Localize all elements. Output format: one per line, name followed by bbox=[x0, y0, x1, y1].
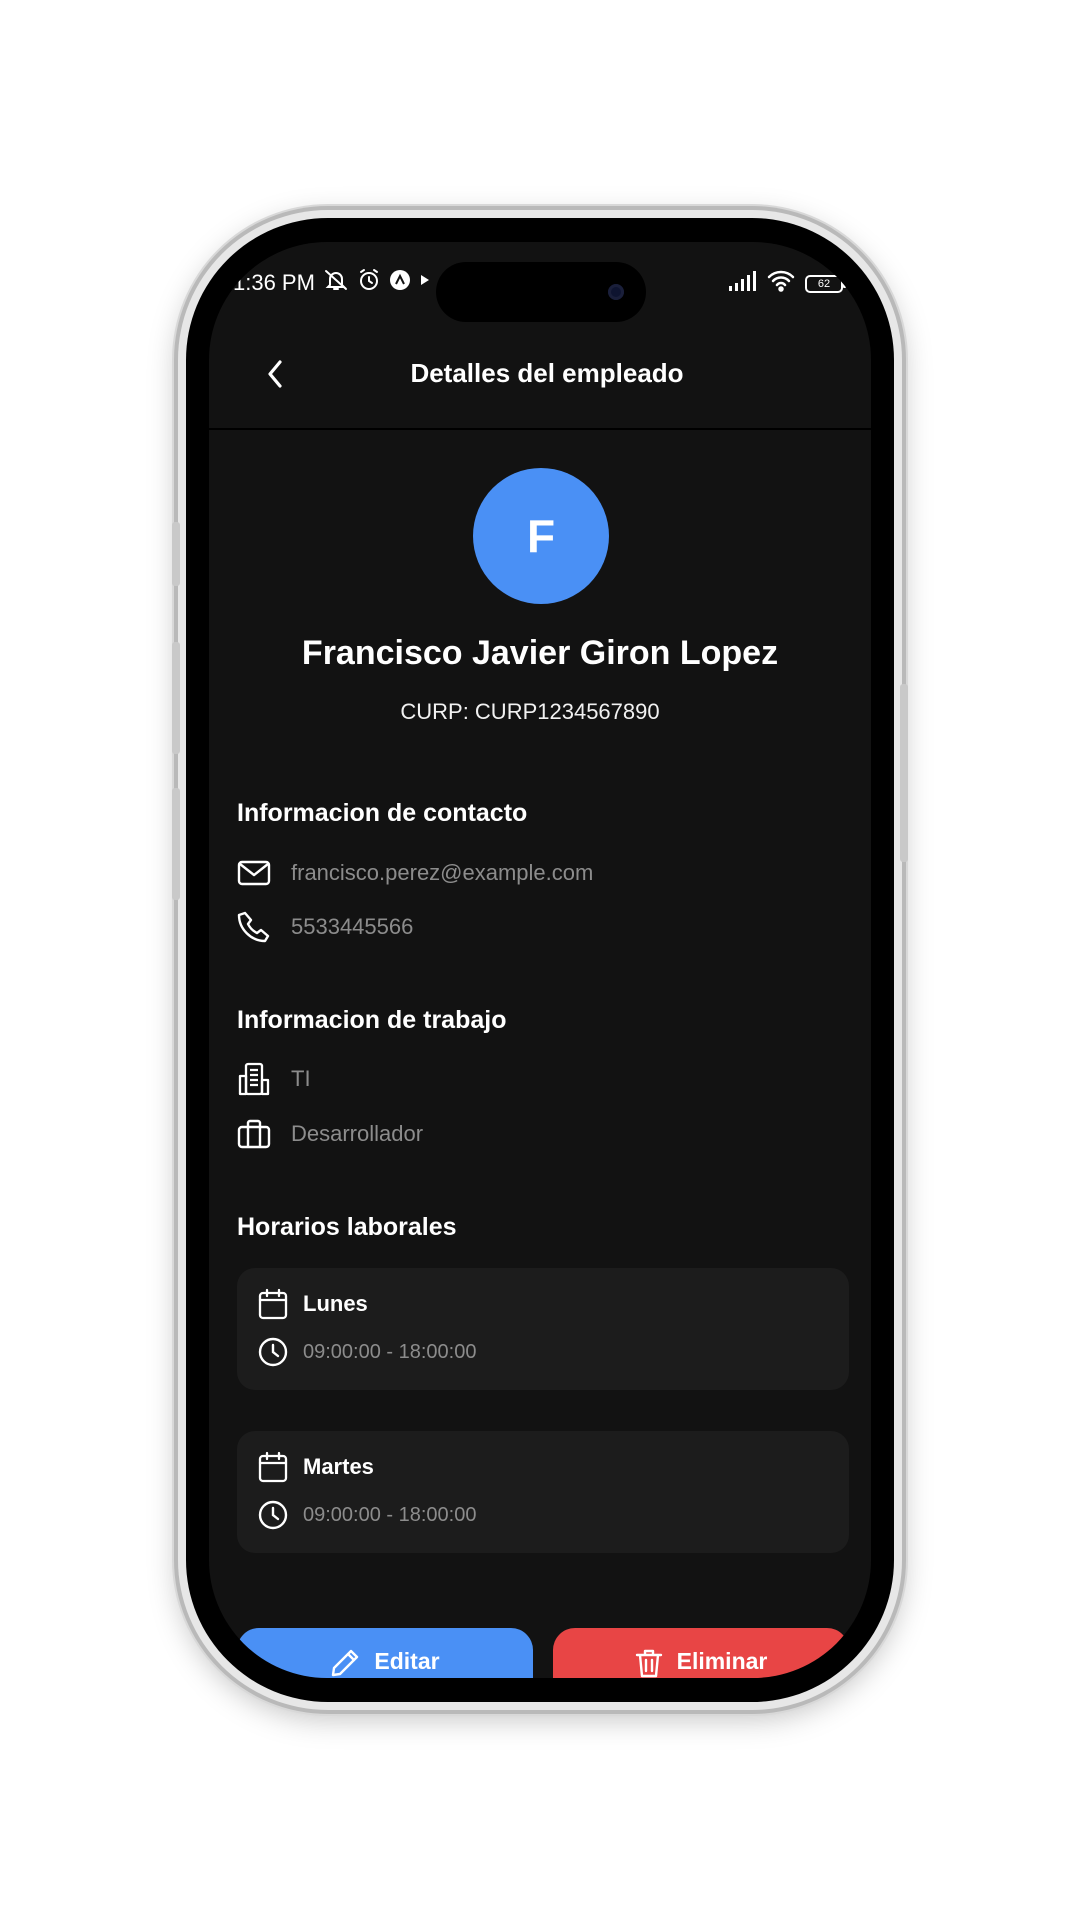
mail-icon bbox=[237, 856, 271, 890]
avatar: F bbox=[473, 468, 609, 604]
page-title: Detalles del empleado bbox=[410, 358, 684, 388]
position-row: Desarrollador bbox=[237, 1117, 423, 1151]
dynamic-island bbox=[436, 262, 646, 322]
volume-down-button bbox=[172, 788, 180, 900]
department-text: TI bbox=[291, 1066, 311, 1091]
position-text: Desarrollador bbox=[291, 1121, 424, 1146]
contact-section-title: Informacion de contacto bbox=[237, 799, 528, 827]
schedule-hours-row: 09:00:00 - 18:00:00 bbox=[257, 1336, 476, 1368]
schedule-hours: 09:00:00 - 18:00:00 bbox=[303, 1503, 477, 1526]
schedule-day-row: Martes bbox=[257, 1451, 374, 1483]
battery-icon: 62 bbox=[805, 274, 846, 293]
front-camera bbox=[608, 284, 624, 300]
volume-up-button bbox=[172, 642, 180, 754]
delete-button[interactable]: Eliminar bbox=[553, 1628, 849, 1678]
calendar-icon bbox=[257, 1288, 289, 1320]
edit-button[interactable]: Editar bbox=[237, 1628, 533, 1678]
play-icon bbox=[419, 273, 431, 292]
employee-name: Francisco Javier Giron Lopez bbox=[301, 634, 779, 672]
schedule-day: Lunes bbox=[303, 1291, 368, 1316]
email-row[interactable]: francisco.perez@example.com bbox=[237, 856, 593, 890]
building-icon bbox=[237, 1062, 271, 1096]
delete-button-label: Eliminar bbox=[676, 1648, 768, 1674]
employee-curp: CURP: CURP1234567890 bbox=[400, 699, 660, 724]
schedule-card-lunes: Lunes 09:00:00 - 18:00:00 bbox=[237, 1268, 849, 1390]
briefcase-icon bbox=[237, 1117, 271, 1151]
app-notification-icon bbox=[389, 269, 411, 296]
phone-text: 5533445566 bbox=[291, 914, 414, 939]
power-button bbox=[900, 684, 908, 862]
schedule-card-martes: Martes 09:00:00 - 18:00:00 bbox=[237, 1431, 849, 1553]
mute-icon bbox=[323, 268, 349, 297]
status-icons-right: 62 bbox=[729, 270, 846, 297]
schedule-hours: 09:00:00 - 18:00:00 bbox=[303, 1340, 477, 1363]
calendar-icon bbox=[257, 1451, 289, 1483]
schedule-hours-row: 09:00:00 - 18:00:00 bbox=[257, 1499, 476, 1531]
work-section-title: Informacion de trabajo bbox=[237, 1006, 507, 1034]
email-text: francisco.perez@example.com bbox=[291, 860, 594, 885]
status-time: 1:36 PM bbox=[233, 270, 315, 295]
status-icons-left bbox=[323, 268, 431, 297]
schedule-section-title: Horarios laborales bbox=[237, 1213, 457, 1241]
wifi-icon bbox=[767, 270, 795, 297]
signal-icon bbox=[729, 271, 757, 296]
edit-button-label: Editar bbox=[374, 1648, 440, 1674]
trash-icon bbox=[635, 1648, 663, 1678]
schedule-day: Martes bbox=[303, 1454, 374, 1479]
department-row: TI bbox=[237, 1062, 311, 1096]
clock-icon bbox=[257, 1499, 289, 1531]
top-app-bar: Detalles del empleado bbox=[209, 334, 871, 430]
schedule-day-row: Lunes bbox=[257, 1288, 368, 1320]
action-side-button bbox=[172, 522, 180, 586]
phone-row[interactable]: 5533445566 bbox=[237, 910, 413, 944]
clock-icon bbox=[257, 1336, 289, 1368]
app-screen: 1:36 PM 62 Detalles del empleado F Franc… bbox=[209, 242, 871, 1678]
alarm-icon bbox=[357, 268, 381, 297]
phone-icon bbox=[237, 910, 271, 944]
pencil-icon bbox=[330, 1648, 360, 1678]
